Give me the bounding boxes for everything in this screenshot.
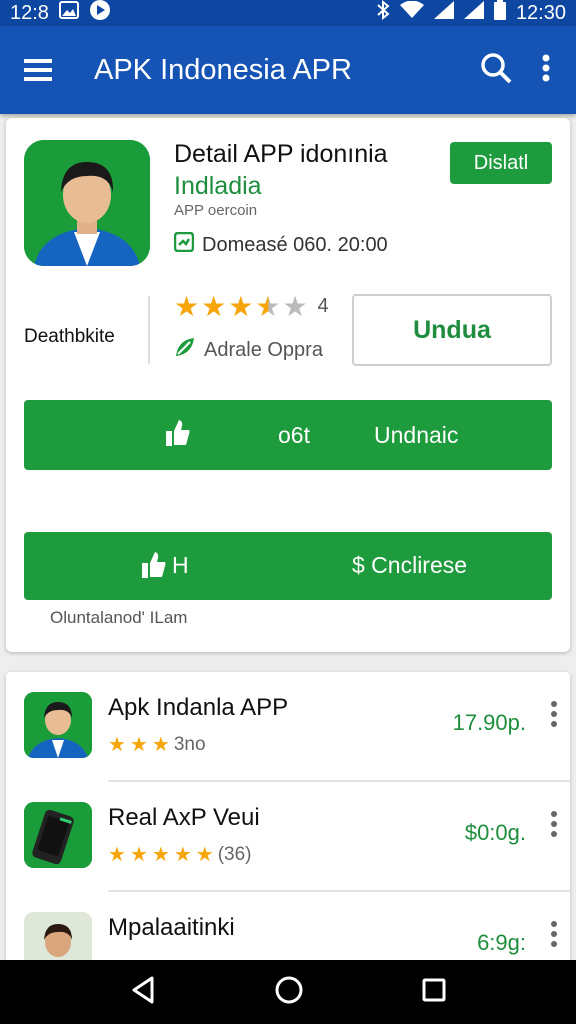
- bluetooth-icon: [376, 0, 390, 26]
- wifi-icon: [399, 0, 424, 25]
- more-vert-icon[interactable]: [550, 810, 558, 843]
- developer-name: Adrale Oppra: [204, 338, 323, 361]
- image-icon: [58, 1, 79, 25]
- star-icon: ★: [173, 844, 192, 866]
- list-item[interactable]: Mpalaaitinki 6:9g:: [6, 892, 570, 962]
- star-icon: ★: [108, 844, 126, 866]
- app-bar: APK Indonesia APR: [0, 26, 576, 114]
- list-item-price: 17.90p.: [452, 710, 526, 735]
- star-icon: ★: [151, 844, 170, 866]
- status-time-right: 12:30: [515, 1, 566, 24]
- list-item-meta: ★ ★ ★ ★ ★ (36): [108, 842, 251, 867]
- list-item-name: Real AxP Veui: [108, 804, 260, 831]
- app-thumbnail: [24, 912, 92, 962]
- home-icon[interactable]: [275, 976, 303, 1009]
- list-item-rating: (36): [217, 843, 252, 865]
- primary-button-label-b: Undnaic: [374, 422, 459, 448]
- menu-icon[interactable]: [0, 26, 76, 114]
- star-half-icon: ★: [255, 291, 281, 322]
- list-item-name: Mpalaaitinki: [108, 914, 235, 941]
- back-icon[interactable]: [130, 976, 156, 1009]
- list-item-price: $0:0g.: [464, 820, 526, 845]
- outline-button[interactable]: Undua: [352, 294, 552, 366]
- star-icon: ★: [195, 844, 214, 866]
- thumbs-up-icon: [142, 552, 166, 584]
- star-icon: ★: [228, 291, 254, 322]
- divider: [148, 296, 150, 364]
- primary-action-button[interactable]: o6t Undnaic: [24, 400, 552, 470]
- detail-subtitle: Indladia: [174, 172, 262, 200]
- app-list: Apk Indanla APP ★ ★ ★ 3no 17.90p. Real A…: [6, 672, 570, 962]
- signal-icon: [433, 1, 454, 25]
- more-vert-icon[interactable]: [542, 54, 550, 87]
- app-thumbnail: [24, 802, 92, 868]
- star-empty-icon: ★: [282, 291, 308, 322]
- secondary-action-button[interactable]: H $ Cnclirese: [24, 532, 552, 600]
- star-icon: ★: [108, 734, 126, 756]
- app-icon: [24, 140, 150, 266]
- star-icon: ★: [151, 734, 170, 756]
- battery-icon: [493, 0, 506, 26]
- description-label: Deathbkite: [24, 326, 115, 347]
- rating-stars: ★ ★ ★ ★ ★ 4: [174, 290, 329, 323]
- list-item-rating: 3no: [173, 733, 206, 755]
- calendar-icon: [173, 231, 195, 258]
- secondary-button-label-b: $ Cnclirese: [352, 552, 468, 578]
- primary-button-label-a: o6t: [278, 422, 310, 448]
- search-icon[interactable]: [480, 52, 512, 89]
- footnote: Oluntalanod' ILam: [50, 608, 188, 627]
- list-item-name: Apk Indanla APP: [108, 694, 289, 721]
- list-item-price: 6:9g:: [477, 930, 526, 955]
- star-icon: ★: [129, 844, 148, 866]
- more-vert-icon[interactable]: [550, 700, 558, 733]
- recents-icon[interactable]: [422, 978, 446, 1007]
- navigation-bar: [0, 960, 576, 1024]
- signal-icon: [463, 1, 484, 25]
- status-time-left: 12:8: [10, 1, 49, 24]
- star-icon: ★: [201, 291, 227, 322]
- star-icon: ★: [129, 734, 148, 756]
- app-title: APK Indonesia APR: [94, 53, 352, 86]
- developer-row: Adrale Oppra: [174, 336, 323, 364]
- app-thumbnail: [24, 692, 92, 758]
- tag-button[interactable]: Dislatl: [450, 142, 552, 184]
- detail-version: APP oercoin: [174, 202, 258, 219]
- app-detail-card: Detail APP idonınia Indladia APP oercoin…: [6, 118, 570, 652]
- thumbs-up-icon: [166, 420, 190, 452]
- leaf-icon: [174, 336, 196, 364]
- detail-title: Detail APP idonınia: [174, 140, 388, 168]
- more-vert-icon[interactable]: [550, 920, 558, 953]
- detail-date: Domeasé 060. 20:00: [202, 233, 388, 256]
- list-item[interactable]: Apk Indanla APP ★ ★ ★ 3no 17.90p.: [6, 672, 570, 782]
- list-item[interactable]: Real AxP Veui ★ ★ ★ ★ ★ (36) $0:0g.: [6, 782, 570, 892]
- secondary-button-label-a: H: [172, 552, 189, 578]
- detail-date-row: Domeasé 060. 20:00: [173, 231, 388, 258]
- list-item-meta: ★ ★ ★ 3no: [108, 732, 206, 757]
- status-bar: 12:8 12:30: [0, 0, 576, 26]
- star-icon: ★: [174, 291, 200, 322]
- play-icon: [89, 0, 111, 27]
- rating-value: 4: [317, 295, 329, 317]
